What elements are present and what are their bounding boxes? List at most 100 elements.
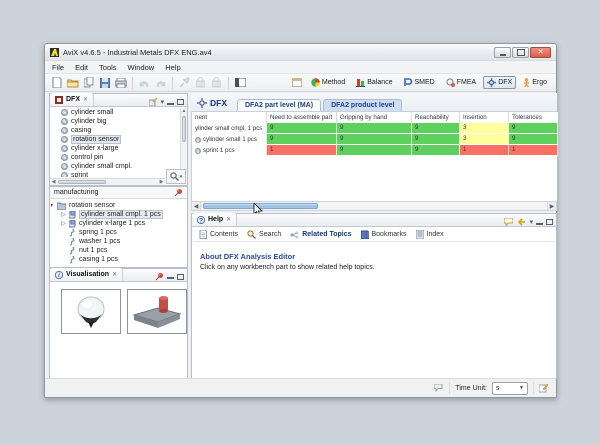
open-folder-icon[interactable] — [66, 76, 79, 89]
lock-icon[interactable] — [194, 76, 207, 89]
go-back-icon[interactable] — [516, 218, 526, 226]
print-icon[interactable] — [114, 76, 127, 89]
undo-icon[interactable] — [138, 76, 151, 89]
maximize-view-icon[interactable] — [177, 274, 184, 280]
menu-file[interactable]: File — [52, 63, 64, 72]
pushpin-icon[interactable] — [155, 272, 164, 281]
new-file-icon[interactable] — [50, 76, 63, 89]
save-icon[interactable] — [98, 76, 111, 89]
status-notes-icon[interactable] — [539, 384, 548, 393]
tree-item[interactable]: cylinder x-large — [51, 144, 179, 153]
minimize-view-icon[interactable] — [167, 277, 174, 279]
tab-dfa2-product-level[interactable]: DFA2 product level — [323, 99, 402, 111]
toolbar-button-balance[interactable]: Balance — [352, 76, 396, 89]
toolbar-button-smed[interactable]: SMED — [400, 76, 439, 89]
menu-window[interactable]: Window — [128, 63, 155, 72]
score-cell[interactable]: 1 — [267, 145, 337, 156]
menu-edit[interactable]: Edit — [75, 63, 88, 72]
scroll-right-arrow[interactable]: ▶ — [547, 202, 556, 210]
tree-root-rotation-sensor[interactable]: ▾ rotation sensor — [51, 201, 186, 210]
redo-icon[interactable] — [154, 76, 167, 89]
close-button[interactable]: ✕ — [530, 47, 551, 58]
scroll-left-arrow[interactable]: ◀ — [192, 202, 201, 210]
collapsed-twisty-icon[interactable]: ▷ — [61, 220, 66, 227]
maximize-view-icon[interactable] — [546, 219, 553, 225]
row-component-name[interactable]: cylinder small 1 pcs — [192, 134, 267, 145]
link-editor-icon[interactable] — [149, 98, 157, 106]
perspective-icon[interactable] — [234, 76, 247, 89]
menu-tools[interactable]: Tools — [99, 63, 117, 72]
collapsed-twisty-icon[interactable]: ▷ — [61, 211, 66, 218]
close-tab-icon[interactable]: ✕ — [83, 96, 88, 103]
toolbar-button-ergo[interactable]: Ergo — [519, 76, 551, 89]
menu-help[interactable]: Help — [165, 63, 180, 72]
help-tab[interactable]: ? Help ✕ — [192, 213, 237, 226]
score-cell[interactable]: 9 — [412, 123, 460, 134]
search-tree-button[interactable]: ▾ — [166, 169, 186, 184]
expanded-twisty-icon[interactable]: ▾ — [51, 202, 54, 209]
help-tool-search[interactable]: Search — [247, 230, 281, 239]
visualisation-thumbnail-sensor[interactable] — [61, 289, 121, 334]
toolbar-button-dfx[interactable]: DFX — [483, 76, 516, 89]
score-cell[interactable]: 9 — [267, 123, 337, 134]
row-component-name[interactable]: sprint 1 pcs — [192, 145, 267, 156]
tree-item[interactable]: ▷ cylinder x-large 1 pcs — [51, 219, 186, 228]
tree-item[interactable]: cylinder small cmpl. — [51, 162, 179, 171]
minimize-view-icon[interactable] — [536, 223, 543, 225]
tree-item[interactable]: casing — [51, 126, 179, 135]
score-cell[interactable]: 1 — [509, 145, 558, 156]
dfx-view-tab[interactable]: DFX ✕ — [50, 93, 94, 106]
toolbar-button-fmea[interactable]: FMEA — [442, 76, 480, 89]
copy-icon[interactable] — [82, 76, 95, 89]
help-tool-bookmarks[interactable]: Bookmarks — [361, 230, 407, 239]
tree-item[interactable]: control pin — [51, 153, 179, 162]
minimize-button[interactable] — [494, 47, 511, 58]
score-cell[interactable]: 9 — [337, 134, 412, 145]
maximize-view-icon[interactable] — [177, 99, 184, 105]
visualisation-thumbnail-device[interactable] — [127, 289, 187, 334]
toolbar-button-method[interactable]: Method — [307, 76, 349, 89]
unlock-icon[interactable] — [210, 76, 223, 89]
row-component-name[interactable]: ylinder small cmpl. 1 pcs — [192, 123, 267, 134]
tree-item[interactable]: casing 1 pcs — [51, 255, 186, 264]
help-heading[interactable]: About DFX Analysis Editor — [200, 252, 295, 261]
time-unit-select[interactable]: s ▼ — [492, 382, 528, 395]
score-cell[interactable]: 9 — [267, 134, 337, 145]
tree-item[interactable]: nut 1 pcs — [51, 246, 186, 255]
editor-horizontal-scrollbar[interactable]: ◀ ▶ — [191, 201, 557, 211]
horizontal-scrollbar[interactable]: ◀▶ — [50, 178, 165, 185]
score-cell[interactable]: 9 — [509, 134, 558, 145]
title-bar[interactable]: AviX v4.6.5 - Industrial Metals DFX ENG.… — [45, 44, 556, 61]
tree-item-selected[interactable]: rotation sensor — [51, 135, 179, 144]
chat-bubble-icon[interactable] — [504, 218, 513, 226]
score-cell[interactable]: 9 — [337, 123, 412, 134]
pushpin-icon[interactable] — [174, 188, 183, 197]
score-cell[interactable]: 9 — [509, 123, 558, 134]
vertical-scrollbar[interactable]: ▲▼ — [180, 108, 187, 177]
tree-item[interactable]: cylinder small — [51, 108, 179, 117]
help-tool-contents[interactable]: Contents — [199, 230, 238, 239]
view-menu-icon[interactable]: ▾ — [160, 99, 164, 106]
close-tab-icon[interactable]: ✕ — [226, 216, 231, 223]
score-cell[interactable]: 9 — [412, 145, 460, 156]
pin-icon[interactable] — [178, 76, 191, 89]
tree-item[interactable]: sprint — [51, 171, 179, 177]
score-cell[interactable]: 9 — [412, 134, 460, 145]
tree-item[interactable]: cylinder big — [51, 117, 179, 126]
score-cell[interactable]: 1 — [460, 145, 509, 156]
score-cell[interactable]: 3 — [460, 123, 509, 134]
view-menu-icon[interactable]: ▾ — [529, 219, 533, 226]
maximize-button[interactable] — [512, 47, 529, 58]
help-tool-index[interactable]: Index — [416, 230, 444, 239]
help-tool-related-topics[interactable]: Related Topics — [290, 231, 351, 239]
minimize-view-icon[interactable] — [167, 103, 174, 105]
workbench-icon[interactable] — [291, 76, 304, 89]
tree-item[interactable]: spring 1 pcs — [51, 228, 186, 237]
tree-item[interactable]: washer 1 pcs — [51, 237, 186, 246]
tree-item-selected[interactable]: ▷ cylinder small cmpl. 1 pcs — [51, 210, 186, 219]
visualisation-tab[interactable]: i Visualisation ✕ — [50, 268, 123, 281]
tab-dfa2-part-level[interactable]: DFA2 part level (MA) — [237, 99, 321, 111]
score-cell[interactable]: 3 — [460, 134, 509, 145]
score-cell[interactable]: 9 — [337, 145, 412, 156]
close-tab-icon[interactable]: ✕ — [112, 271, 117, 278]
